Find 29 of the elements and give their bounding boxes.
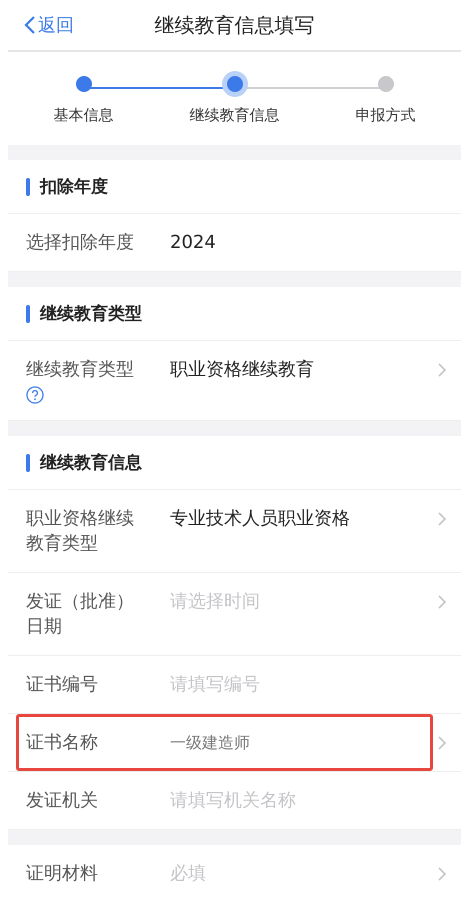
step-label: 继续教育信息	[190, 106, 280, 125]
input-field[interactable]: 职业资格继续教育	[170, 357, 437, 382]
section-title: 继续教育信息	[40, 452, 142, 474]
input-field[interactable]: 专业技术人员职业资格	[170, 506, 437, 531]
input-field[interactable]: 必填	[170, 861, 437, 886]
input-field[interactable]: 请填写机关名称	[170, 788, 447, 813]
field-label: 职业资格继续教育类型	[26, 507, 135, 556]
input-field[interactable]: 请选择时间	[170, 589, 437, 614]
section-title: 继续教育类型	[40, 303, 142, 325]
section-marker	[26, 304, 30, 322]
field-label: 继续教育类型	[26, 358, 135, 382]
field-label: 证书编号	[26, 673, 99, 697]
section-marker	[26, 454, 30, 472]
input-field[interactable]: 2024	[170, 230, 447, 255]
section-title: 扣除年度	[40, 176, 108, 198]
field-label: 发证（批准）日期	[26, 590, 135, 639]
back-link[interactable]: 返回	[8, 13, 74, 37]
field-label: 选择扣除年度	[26, 231, 135, 255]
field-label: 证书名称	[26, 731, 99, 755]
field-label: 发证机关	[26, 789, 99, 813]
step-label: 申报方式	[356, 106, 416, 125]
step-label: 基本信息	[54, 106, 114, 125]
page-title: 继续教育信息填写	[154, 12, 314, 39]
help-icon[interactable]	[26, 386, 44, 404]
back-icon	[24, 15, 36, 35]
field-label: 证明材料	[26, 862, 99, 886]
input-field[interactable]: 请填写编号	[170, 672, 447, 697]
section-marker	[26, 178, 30, 196]
input-field[interactable]: 一级建造师	[170, 730, 437, 755]
